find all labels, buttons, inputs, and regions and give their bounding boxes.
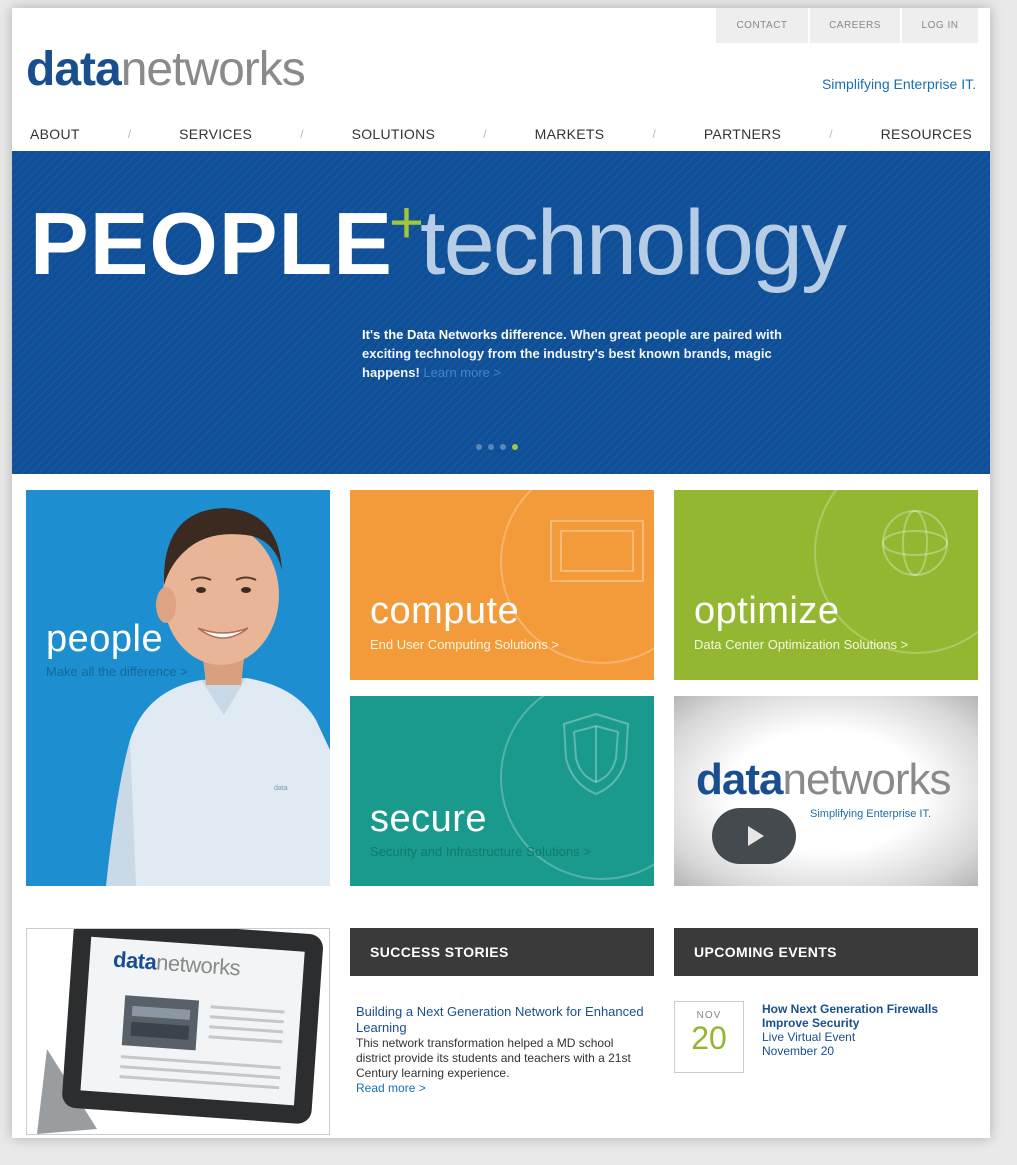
hero-text: It's the Data Networks difference. When … bbox=[362, 325, 812, 382]
hero-title-plus: + bbox=[388, 189, 425, 256]
success-story: Building a Next Generation Network for E… bbox=[356, 1004, 646, 1096]
people-subtitle[interactable]: Make all the difference > bbox=[46, 664, 188, 679]
hero-title: PEOPLE+technology bbox=[30, 193, 847, 290]
utility-nav: CONTACT CAREERS LOG IN bbox=[716, 8, 978, 43]
slider-dot[interactable] bbox=[476, 444, 482, 450]
slider-dot[interactable] bbox=[500, 444, 506, 450]
hero-title-light: technology bbox=[420, 192, 847, 294]
event-item: How Next Generation Firewalls Improve Se… bbox=[762, 1002, 962, 1058]
nav-separator: / bbox=[127, 127, 132, 141]
hero-learn-more-link[interactable]: Learn more > bbox=[423, 365, 501, 380]
story-title-link[interactable]: Building a Next Generation Network for E… bbox=[356, 1004, 646, 1036]
optimize-title: optimize bbox=[694, 590, 840, 632]
tablet-logo-bold: data bbox=[112, 946, 158, 975]
nav-partners[interactable]: PARTNERS bbox=[704, 126, 781, 142]
nav-separator: / bbox=[483, 127, 487, 141]
hero-banner[interactable]: PEOPLE+technology It's the Data Networks… bbox=[12, 151, 990, 474]
main-nav: ABOUT / SERVICES / SOLUTIONS / MARKETS /… bbox=[30, 126, 972, 142]
success-stories-heading[interactable]: SUCCESS STORIES bbox=[350, 928, 654, 976]
play-icon bbox=[748, 826, 764, 846]
play-button[interactable] bbox=[712, 808, 796, 864]
tablet-image-box[interactable]: datanetworks bbox=[26, 928, 330, 1135]
nav-separator: / bbox=[300, 127, 304, 141]
slider-dot[interactable] bbox=[488, 444, 494, 450]
hero-lead: It's the Data Networks difference. bbox=[362, 327, 567, 342]
story-read-more-link[interactable]: Read more > bbox=[356, 1081, 646, 1096]
video-logo-bold: data bbox=[696, 755, 783, 804]
login-link[interactable]: LOG IN bbox=[902, 8, 978, 43]
nav-separator: / bbox=[652, 127, 656, 141]
slider-dots bbox=[476, 444, 518, 450]
network-globe-icon bbox=[882, 510, 948, 576]
svg-text:data: data bbox=[274, 785, 288, 792]
upcoming-events-heading[interactable]: UPCOMING EVENTS bbox=[674, 928, 978, 976]
secure-title: secure bbox=[370, 798, 488, 840]
tablet-logo-light: networks bbox=[155, 949, 242, 981]
site-logo[interactable]: datanetworks bbox=[26, 43, 306, 96]
hero-title-bold: PEOPLE bbox=[30, 194, 393, 293]
video-tagline: Simplifying Enterprise IT. bbox=[810, 808, 932, 820]
compute-title: compute bbox=[370, 590, 520, 632]
event-date: November 20 bbox=[762, 1044, 835, 1058]
event-title-link[interactable]: How Next Generation Firewalls Improve Se… bbox=[762, 1002, 962, 1030]
careers-link[interactable]: CAREERS bbox=[810, 8, 900, 43]
nav-solutions[interactable]: SOLUTIONS bbox=[352, 126, 436, 142]
people-tile[interactable]: data people Make all the difference > bbox=[26, 490, 330, 886]
nav-resources[interactable]: RESOURCES bbox=[881, 126, 972, 142]
event-day: 20 bbox=[691, 1020, 727, 1056]
video-tile[interactable]: datanetworks Simplifying Enterprise IT. bbox=[674, 696, 978, 886]
nav-separator: / bbox=[829, 127, 833, 141]
video-logo-light: networks bbox=[782, 755, 951, 804]
nav-markets[interactable]: MARKETS bbox=[535, 126, 605, 142]
secure-subtitle[interactable]: Security and Infrastructure Solutions > bbox=[370, 844, 591, 859]
compute-tile[interactable]: compute End User Computing Solutions > bbox=[350, 490, 654, 680]
event-date-box: NOV 20 bbox=[674, 1001, 744, 1073]
compute-subtitle[interactable]: End User Computing Solutions > bbox=[370, 637, 559, 652]
video-logo: datanetworks bbox=[696, 755, 952, 804]
nav-services[interactable]: SERVICES bbox=[179, 126, 252, 142]
shield-icon bbox=[562, 712, 630, 796]
contact-link[interactable]: CONTACT bbox=[716, 8, 808, 43]
page: CONTACT CAREERS LOG IN datanetworks Simp… bbox=[12, 8, 990, 1138]
optimize-subtitle[interactable]: Data Center Optimization Solutions > bbox=[694, 637, 908, 652]
logo-light: networks bbox=[120, 43, 306, 96]
nav-about[interactable]: ABOUT bbox=[30, 126, 80, 142]
secure-tile[interactable]: secure Security and Infrastructure Solut… bbox=[350, 696, 654, 886]
event-type: Live Virtual Event bbox=[762, 1030, 856, 1044]
tagline: Simplifying Enterprise IT. bbox=[821, 76, 976, 92]
monitor-icon bbox=[550, 520, 644, 582]
optimize-tile[interactable]: optimize Data Center Optimization Soluti… bbox=[674, 490, 978, 680]
slider-dot-active[interactable] bbox=[512, 444, 518, 450]
person-photo: data bbox=[106, 508, 330, 886]
story-body: This network transformation helped a MD … bbox=[356, 1036, 631, 1080]
logo-bold: data bbox=[26, 43, 122, 96]
people-title: people bbox=[46, 618, 164, 660]
